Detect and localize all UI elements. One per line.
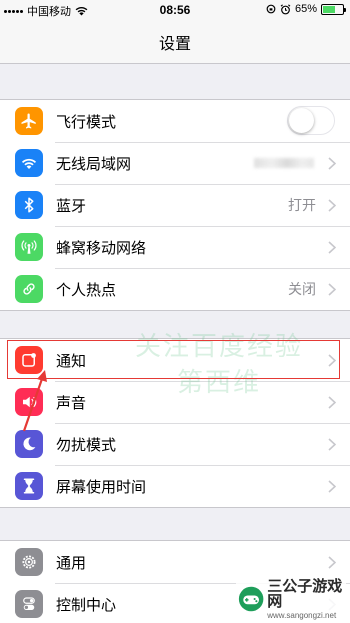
navigation-bar: 设置 — [0, 20, 350, 64]
settings-row-label: 无线局域网 — [56, 155, 132, 173]
chevron-right-icon — [328, 240, 336, 254]
settings-group-connectivity: 飞行模式 无线局域网 蓝牙 打开 蜂窝移动网络 个人热点 关闭 — [0, 99, 350, 311]
notifications-icon — [15, 346, 43, 374]
moon-icon — [15, 430, 43, 458]
settings-row-label: 蓝牙 — [56, 197, 87, 215]
chevron-right-icon — [328, 198, 336, 212]
settings-row-do-not-disturb[interactable]: 勿扰模式 — [0, 423, 350, 465]
airplane-mode-toggle[interactable] — [287, 106, 335, 135]
settings-row-label: 控制中心 — [56, 596, 117, 614]
bluetooth-status-value: 打开 — [288, 197, 316, 213]
gear-icon — [15, 548, 43, 576]
settings-row-label: 通知 — [56, 352, 87, 370]
settings-row-general[interactable]: 通用 — [0, 541, 350, 583]
wifi-icon — [15, 149, 43, 177]
settings-row-personal-hotspot[interactable]: 个人热点 关闭 — [0, 268, 350, 310]
site-logo: 三公子游戏网 www.sangongzi.net — [236, 579, 346, 619]
logo-title: 三公子游戏网 — [267, 577, 343, 610]
settings-row-sounds[interactable]: 声音 — [0, 381, 350, 423]
battery-fill — [323, 5, 336, 13]
blurred-network-name — [254, 158, 314, 168]
hourglass-icon — [15, 472, 43, 500]
settings-row-screen-time[interactable]: 屏幕使用时间 — [0, 465, 350, 507]
chevron-right-icon — [328, 437, 336, 451]
settings-row-label: 通用 — [56, 554, 87, 572]
settings-row-bluetooth[interactable]: 蓝牙 打开 — [0, 184, 350, 226]
hotspot-status-value: 关闭 — [288, 281, 316, 297]
toggles-icon — [15, 590, 43, 618]
chevron-right-icon — [328, 395, 336, 409]
settings-row-label: 个人热点 — [56, 281, 117, 299]
settings-row-label: 勿扰模式 — [56, 436, 117, 454]
settings-row-label: 声音 — [56, 394, 87, 412]
status-bar: 中国移动 08:56 65% — [0, 0, 350, 20]
settings-row-cellular[interactable]: 蜂窝移动网络 — [0, 226, 350, 268]
settings-row-label: 蜂窝移动网络 — [56, 239, 147, 257]
toggle-knob — [289, 108, 314, 133]
chevron-right-icon — [328, 282, 336, 296]
sound-icon — [15, 388, 43, 416]
status-right: 65% — [266, 3, 346, 15]
logo-url: www.sangongzi.net — [267, 610, 337, 620]
chevron-right-icon — [328, 479, 336, 493]
alarm-icon — [280, 3, 291, 14]
logo-text: 三公子游戏网 www.sangongzi.net — [267, 579, 346, 620]
settings-row-notifications[interactable]: 通知 — [0, 339, 350, 381]
airplane-icon — [15, 107, 43, 135]
settings-row-wifi[interactable]: 无线局域网 — [0, 142, 350, 184]
chevron-right-icon — [328, 555, 336, 569]
settings-group-notifications: 通知 声音 勿扰模式 屏幕使用时间 — [0, 338, 350, 508]
gamepad-logo-icon — [238, 586, 264, 612]
settings-row-airplane-mode[interactable]: 飞行模式 — [0, 100, 350, 142]
settings-row-label: 屏幕使用时间 — [56, 478, 147, 496]
hotspot-icon — [15, 275, 43, 303]
battery-icon — [321, 3, 346, 15]
bluetooth-icon — [15, 191, 43, 219]
cellular-icon — [15, 233, 43, 261]
page-title: 设置 — [158, 35, 191, 53]
battery-percent: 65% — [294, 3, 317, 15]
settings-row-label: 飞行模式 — [56, 113, 117, 131]
chevron-right-icon — [328, 156, 336, 170]
rotation-lock-icon — [266, 4, 276, 14]
chevron-right-icon — [328, 353, 336, 367]
